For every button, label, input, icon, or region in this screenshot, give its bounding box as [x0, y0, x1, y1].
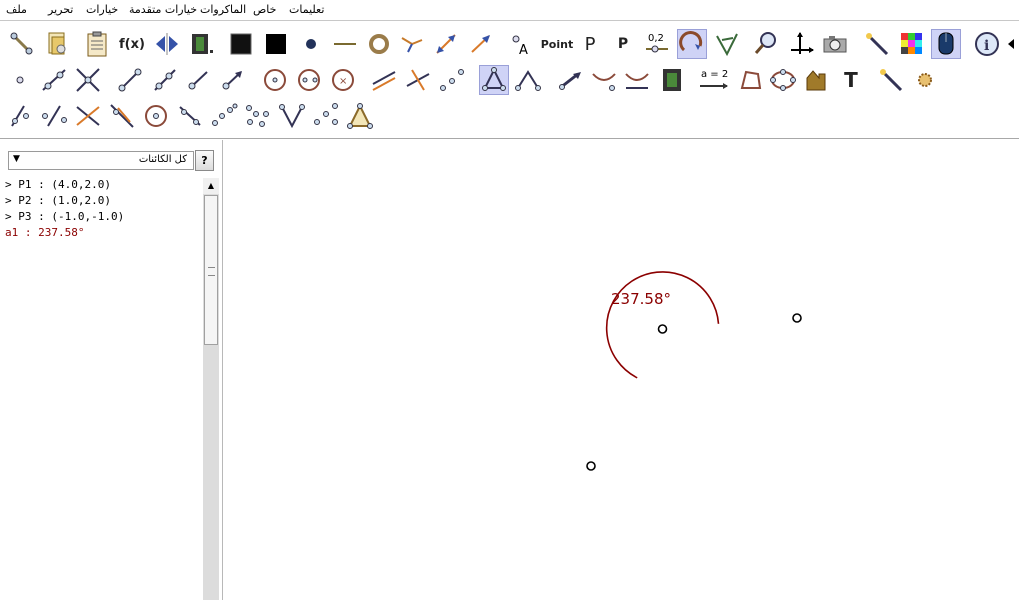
point-p1[interactable]	[792, 313, 802, 323]
line-through-points-icon[interactable]	[39, 65, 69, 95]
point-on-object-icon[interactable]	[39, 101, 69, 131]
film-icon[interactable]	[657, 65, 687, 95]
triangle-icon[interactable]	[345, 101, 375, 131]
fill-square-icon[interactable]	[226, 29, 256, 59]
scroll-up-arrow-icon[interactable]: ▲	[203, 178, 219, 194]
chevron-down-icon: ▼	[13, 154, 20, 164]
dot-icon[interactable]	[296, 29, 326, 59]
svg-text:a = 2: a = 2	[701, 69, 728, 80]
polar-line-icon[interactable]	[622, 65, 652, 95]
vector-polygon-icon[interactable]	[277, 101, 307, 131]
menu-edit[interactable]: تحرير	[48, 3, 73, 16]
magic-wand-icon[interactable]	[876, 65, 906, 95]
vector-from-point-icon[interactable]	[555, 65, 585, 95]
mouse-icon[interactable]	[931, 29, 961, 59]
angle-label[interactable]: 237.58°	[611, 290, 671, 308]
angle-bisector-icon[interactable]	[513, 65, 543, 95]
info-icon[interactable]: i	[972, 29, 1002, 59]
ring-icon[interactable]	[364, 29, 394, 59]
p-small-icon[interactable]: P	[608, 29, 638, 59]
cross-lines-icon[interactable]	[73, 101, 103, 131]
diagonal-line-icon[interactable]	[175, 101, 205, 131]
vertical-scrollbar[interactable]: ▲	[203, 178, 219, 600]
menu-file[interactable]: ملف	[6, 3, 27, 16]
camera-icon[interactable]	[820, 29, 850, 59]
circle-through-icon[interactable]	[141, 101, 171, 131]
properties-icon[interactable]	[42, 29, 72, 59]
algebra-row[interactable]: > P3 : (-1.0,-1.0)	[5, 210, 124, 223]
menu-help[interactable]: تعليمات	[289, 3, 324, 16]
quadrilateral-icon[interactable]	[735, 65, 765, 95]
menu-advanced-options[interactable]: خيارات متقدمة	[129, 3, 197, 16]
segment-tool-icon[interactable]	[115, 65, 145, 95]
parallel-line-icon[interactable]	[369, 65, 399, 95]
algebra-list: > P1 : (4.0,2.0) > P2 : (1.0,2.0) > P3 :…	[0, 178, 202, 600]
svg-text:A: A	[519, 43, 528, 58]
house-icon[interactable]	[802, 65, 832, 95]
move-point-icon[interactable]	[7, 29, 37, 59]
function-icon[interactable]: f(x)	[117, 29, 147, 59]
point-cluster-icon[interactable]	[243, 101, 273, 131]
circle-radius-icon[interactable]	[294, 65, 324, 95]
locus-icon[interactable]	[437, 65, 467, 95]
segment-icon[interactable]	[330, 29, 360, 59]
text-tool-icon[interactable]: T	[836, 65, 866, 95]
vector-tool-icon[interactable]	[218, 65, 248, 95]
angle-icon[interactable]	[712, 29, 742, 59]
number-slider-icon[interactable]: 0,2	[642, 29, 672, 59]
point-text-icon[interactable]: Point	[540, 29, 574, 59]
graphics-view[interactable]: 237.58°	[225, 140, 1019, 600]
circle-center-icon[interactable]	[260, 65, 290, 95]
clipboard-icon[interactable]	[82, 29, 112, 59]
svg-text:×: ×	[339, 76, 347, 87]
color-palette-icon[interactable]	[897, 29, 927, 59]
scrollbar-thumb[interactable]	[204, 195, 218, 345]
menu-options[interactable]: خيارات	[86, 3, 118, 16]
function-of-point-icon[interactable]	[5, 101, 35, 131]
ray-icon[interactable]	[150, 65, 180, 95]
menu-special[interactable]: خاص	[253, 3, 276, 16]
arc-tool-icon[interactable]	[677, 29, 707, 59]
help-button[interactable]: ?	[195, 150, 214, 171]
vector-icon[interactable]	[466, 29, 496, 59]
menu-macros[interactable]: الماكروات	[200, 3, 246, 16]
p-text-icon[interactable]: P	[575, 29, 605, 59]
point-icon[interactable]	[5, 65, 35, 95]
point-p3[interactable]	[586, 461, 596, 471]
object-filter-select[interactable]: ▼ كل الكائنات	[8, 151, 194, 170]
reflect-icon[interactable]	[152, 29, 182, 59]
multiple-points-icon[interactable]	[209, 101, 239, 131]
menu-bar: ملف تحرير خيارات خيارات متقدمة الماكروات…	[0, 0, 1019, 21]
conic-icon[interactable]	[768, 65, 798, 95]
gear-icon[interactable]	[910, 65, 940, 95]
algebra-row[interactable]: a1 : 237.58°	[5, 226, 84, 239]
expand-arrow-icon[interactable]	[1005, 29, 1017, 59]
axes-icon[interactable]	[787, 29, 817, 59]
svg-text:i: i	[984, 38, 989, 54]
compass-icon[interactable]: ×	[328, 65, 358, 95]
label-icon[interactable]: A	[506, 29, 536, 59]
algebra-view: ▼ كل الكائنات ? > P1 : (4.0,2.0) > P2 : …	[0, 140, 223, 600]
diagonal-arrow-icon[interactable]	[431, 29, 461, 59]
algebra-row[interactable]: > P2 : (1.0,2.0)	[5, 194, 111, 207]
animation-icon[interactable]	[186, 29, 216, 59]
tangent-icon[interactable]	[589, 65, 619, 95]
perpendicular-line-icon[interactable]	[403, 65, 433, 95]
angle-tool-icon[interactable]	[397, 29, 427, 59]
reflect-line-icon[interactable]	[107, 101, 137, 131]
svg-text:0,2: 0,2	[648, 33, 664, 44]
point-p2[interactable]	[657, 324, 668, 334]
intersect-icon[interactable]	[73, 65, 103, 95]
magic-wand-icon[interactable]	[862, 29, 892, 59]
zoom-icon[interactable]	[751, 29, 781, 59]
grip-icon	[208, 267, 215, 276]
toolbar: f(x) A Point P P 0,2 i × a = 2 T	[0, 21, 1019, 139]
segment-length-icon[interactable]	[184, 65, 214, 95]
fill-square-icon[interactable]	[261, 29, 291, 59]
regular-polygon-icon[interactable]	[311, 101, 341, 131]
algebra-row[interactable]: > P1 : (4.0,2.0)	[5, 178, 111, 191]
slider-icon[interactable]: a = 2	[697, 65, 731, 95]
polygon-select-icon[interactable]	[479, 65, 509, 95]
